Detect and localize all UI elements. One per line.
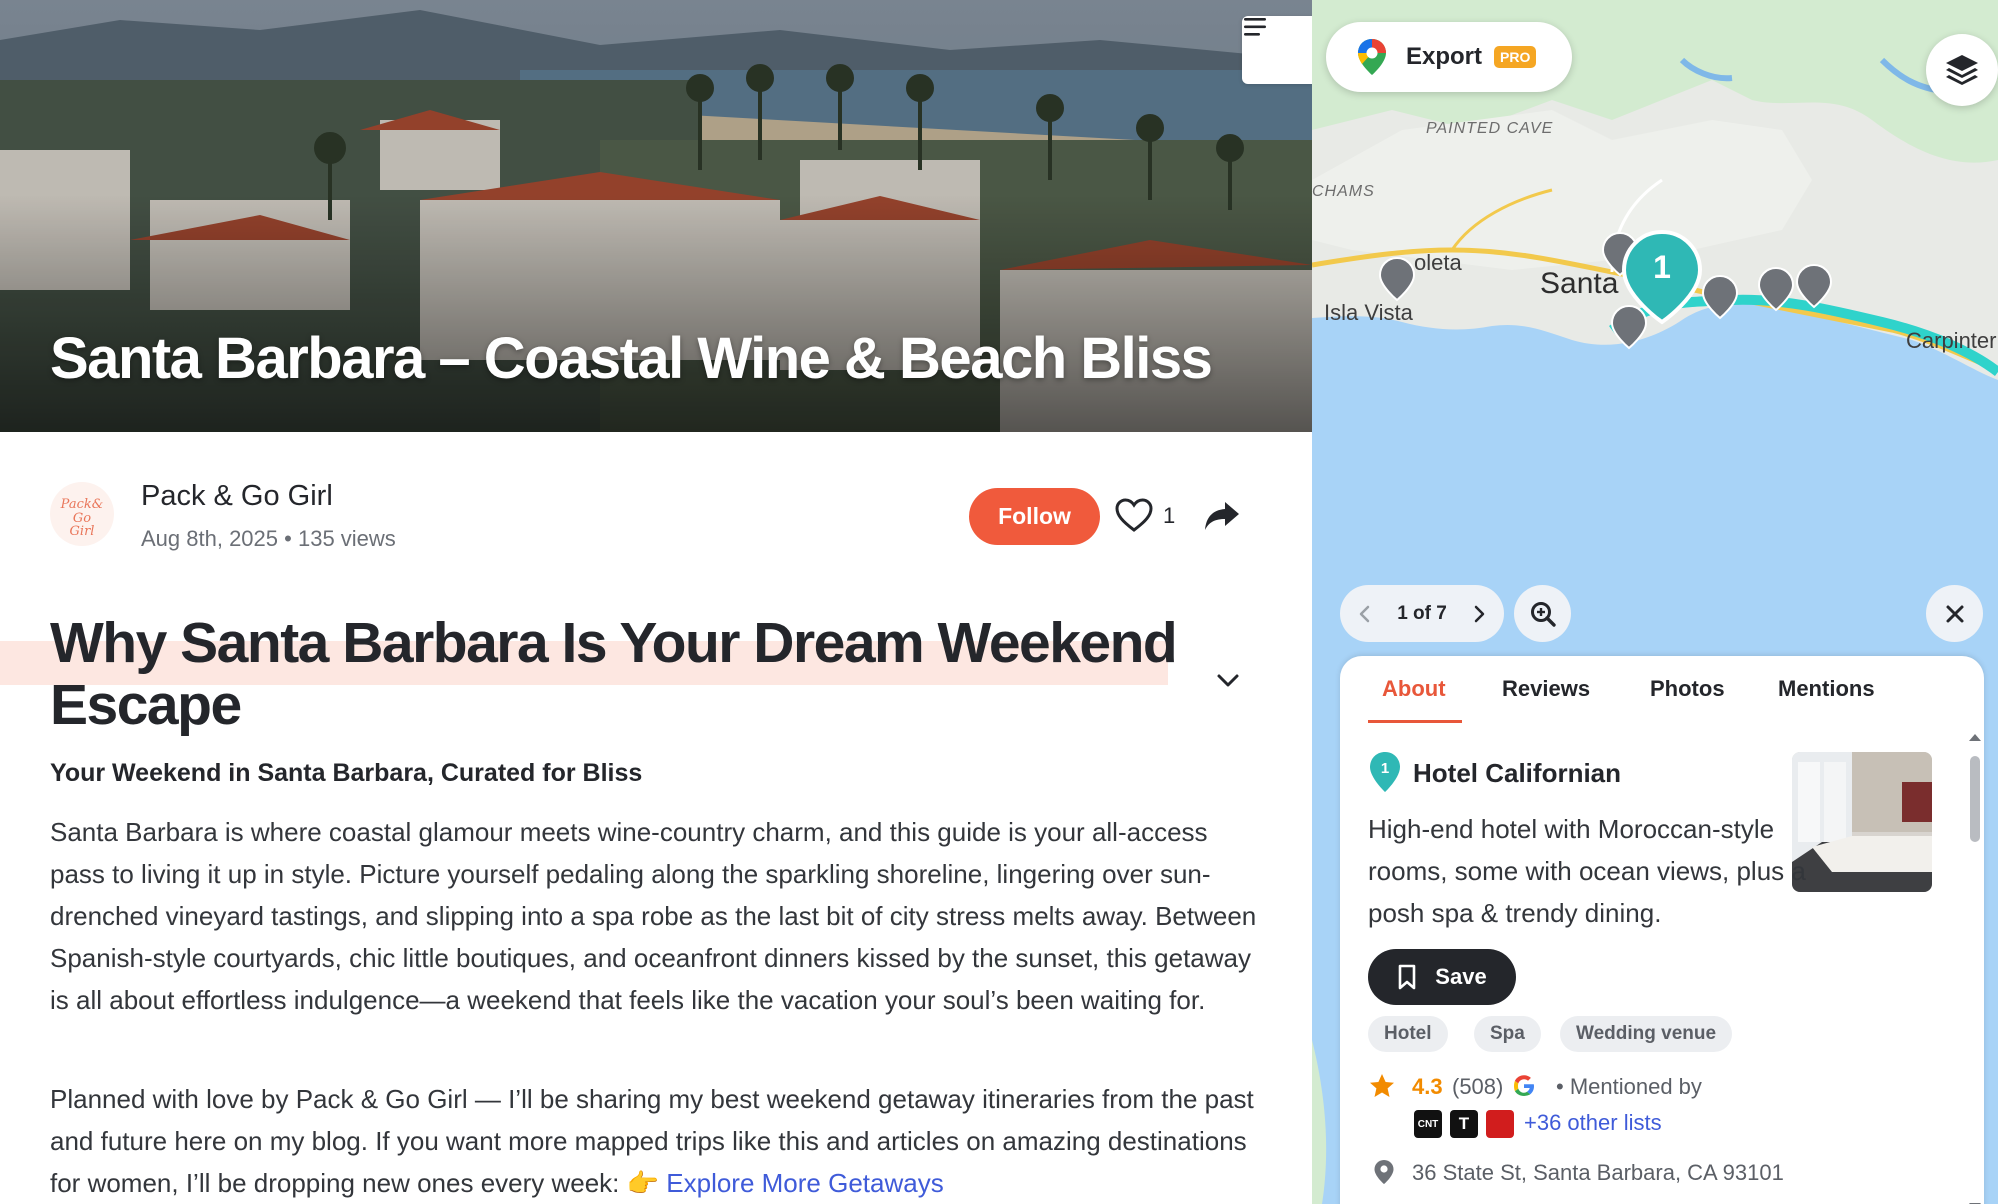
tab-about[interactable]: About [1382,676,1446,702]
pointing-hand-icon: 👉 [626,1168,660,1198]
place-tabs: About Reviews Photos Mentions [1340,656,1984,726]
map-label-santa: Santa [1540,267,1619,300]
place-address[interactable]: 36 State St, Santa Barbara, CA 93101 [1412,1160,1784,1186]
author-name[interactable]: Pack & Go Girl [141,480,333,513]
article-paragraph: Santa Barbara is where coastal glamour m… [50,817,1257,1015]
author-meta: Aug 8th, 2025 • 135 views [141,526,396,552]
active-tab-indicator [1368,720,1462,723]
post-date: Aug 8th, 2025 [141,526,279,551]
pro-badge: PRO [1494,46,1537,68]
share-icon[interactable] [1202,496,1242,536]
article-paragraph-cta: Planned with love by Pack & Go Girl — I’… [50,1078,1260,1204]
map-label-isla-vista: Isla Vista [1324,300,1413,325]
zoom-in-icon [1530,601,1556,627]
place-name[interactable]: Hotel Californian [1413,758,1621,789]
place-marker-icon: 1 [1370,752,1400,792]
layers-button[interactable] [1926,34,1998,106]
card-scrollbar[interactable] [1966,728,1984,1204]
subheading: Your Weekend in Santa Barbara, Curated f… [50,759,643,787]
map-panel[interactable]: 1 PAINTED CAVE CHAMS oleta Isla Vista Sa… [1312,0,1998,1204]
explore-more-link[interactable]: Explore More Getaways [666,1168,943,1198]
location-pin-icon [1374,1160,1394,1184]
close-icon [1946,605,1963,622]
place-card: About Reviews Photos Mentions 1 Hotel Ca… [1340,656,1984,1204]
review-count[interactable]: (508) [1452,1074,1503,1100]
tab-mentions[interactable]: Mentions [1778,676,1875,702]
map-label-carpinteria: Carpinter [1906,328,1997,353]
hamburger-icon [1244,18,1266,36]
author-avatar[interactable]: Pack& Go Girl [50,482,114,546]
export-button[interactable]: Export PRO [1326,22,1572,92]
google-icon [1514,1075,1534,1096]
mention-logo-t[interactable]: T [1450,1110,1478,1138]
pack-go-girl-logo: Pack& Go Girl [60,497,104,539]
meta-separator: • [284,526,298,551]
save-button[interactable]: Save [1368,949,1516,1005]
scroll-down-arrow-icon[interactable] [1966,1200,1984,1204]
export-label: Export [1406,43,1483,70]
chevron-right-icon[interactable] [1468,603,1490,625]
map-label-goleta: oleta [1414,250,1462,275]
author-row: Pack& Go Girl Pack & Go Girl Aug 8th, 20… [50,470,1250,560]
pager-text: 1 of 7 [1397,602,1447,624]
mention-logo-red[interactable] [1486,1110,1514,1138]
hero-title: Santa Barbara – Coastal Wine & Beach Bli… [50,326,1213,391]
follow-button[interactable]: Follow [969,488,1100,545]
category-tag[interactable]: Wedding venue [1560,1016,1733,1052]
tab-reviews[interactable]: Reviews [1502,676,1590,702]
view-count: 135 views [297,526,396,551]
section-title: Why Santa Barbara Is Your Dream Weekend … [50,611,1178,737]
layers-icon [1946,55,1978,85]
other-lists-link[interactable]: +36 other lists [1524,1110,1662,1136]
save-label: Save [1435,964,1487,989]
map-label-chams: CHAMS [1312,183,1375,200]
svg-text:Pack&: Pack& [60,497,104,512]
rating-row: 4.3 (508) • Mentioned by [1368,1070,1948,1104]
rating-value: 4.3 [1412,1074,1443,1099]
scroll-up-arrow-icon[interactable] [1966,730,1984,744]
category-tag[interactable]: Spa [1474,1016,1541,1052]
menu-button[interactable] [1242,16,1312,84]
category-tag[interactable]: Hotel [1368,1016,1448,1052]
close-button[interactable] [1926,585,1983,642]
svg-text:Girl: Girl [70,524,95,539]
place-pager: 1 of 7 [1340,585,1504,642]
google-maps-icon [1358,39,1386,75]
hero-banner: Santa Barbara – Coastal Wine & Beach Bli… [0,0,1312,432]
bookmark-icon [1398,964,1416,990]
mentioned-by-label: • Mentioned by [1556,1074,1702,1099]
mention-logo-cnt[interactable]: CNT [1414,1110,1442,1138]
place-description: High-end hotel with Moroccan-style rooms… [1368,814,1806,928]
scroll-thumb[interactable] [1970,756,1980,842]
chevron-down-icon[interactable] [1212,664,1244,696]
tab-photos[interactable]: Photos [1650,676,1725,702]
address-row: 36 State St, Santa Barbara, CA 93101 [1368,1156,1948,1190]
chevron-left-icon[interactable] [1354,603,1376,625]
map-label-painted-cave: PAINTED CAVE [1426,120,1554,137]
heart-icon[interactable] [1114,496,1154,536]
zoom-to-place-button[interactable] [1514,585,1571,642]
svg-text:1: 1 [1653,249,1671,285]
like-count: 1 [1163,503,1176,528]
article-panel: Santa Barbara – Coastal Wine & Beach Bli… [0,0,1312,1204]
place-marker-number: 1 [1381,760,1389,777]
star-icon [1370,1074,1394,1097]
